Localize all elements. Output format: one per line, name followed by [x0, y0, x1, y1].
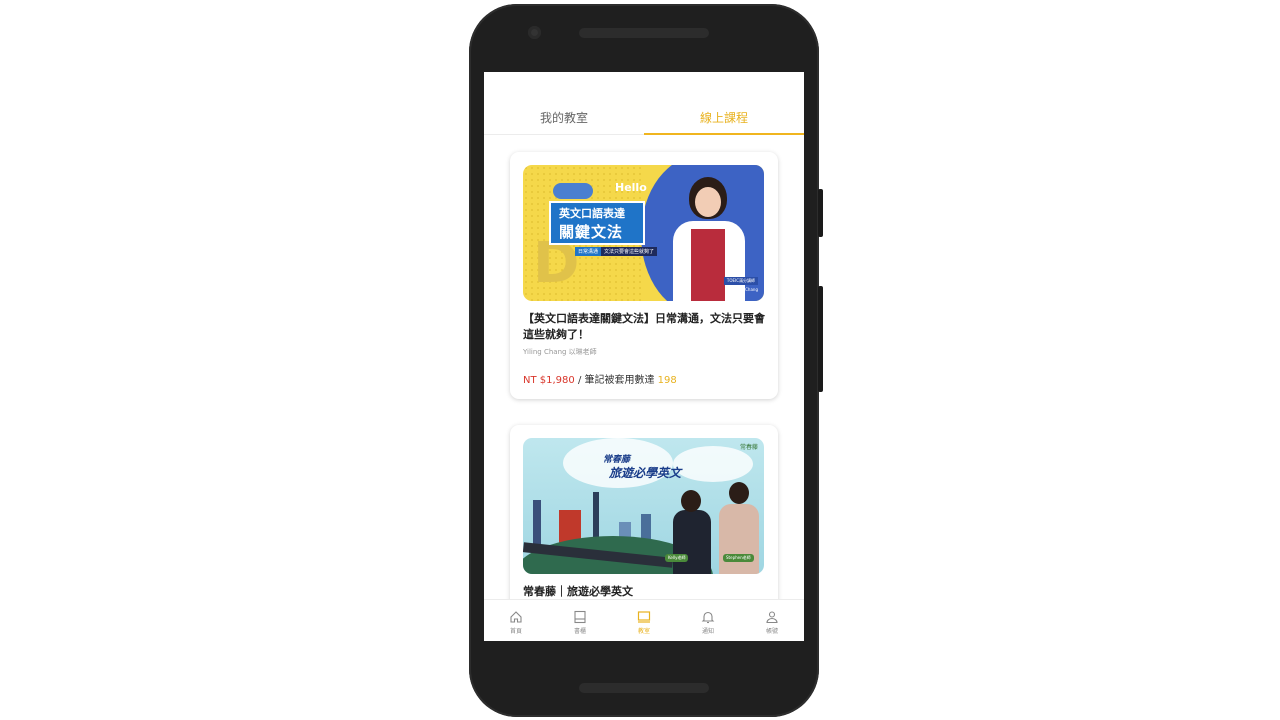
- course-price: NT $1,980: [523, 375, 575, 386]
- course-title[interactable]: 【英文口語表達關鍵文法】日常溝通，文法只要會這些就夠了！: [523, 311, 765, 343]
- course-card[interactable]: D Hello 英文口語表達 關鍵文法 日常溝通 文法只要會這些就夠了 TOEI…: [510, 152, 778, 399]
- nav-label: 書櫃: [573, 628, 586, 635]
- tab-my-classroom[interactable]: 我的教室: [484, 100, 644, 134]
- bell-icon: [701, 611, 715, 624]
- note-count-label: / 筆記被套用數達: [574, 375, 658, 386]
- speaker-grille: [579, 28, 709, 38]
- front-camera: [528, 26, 541, 39]
- thumb-headline-1: 英文口語表達: [559, 207, 625, 220]
- bookshelf-icon: [574, 610, 586, 624]
- teacher-name-tag: Stephen老師: [723, 554, 754, 562]
- thumb-title-2: 旅遊必學英文: [609, 466, 682, 480]
- nav-notifications[interactable]: 通知: [676, 600, 740, 641]
- brand-logo: 常春藤: [739, 444, 758, 451]
- classroom-icon: [637, 611, 651, 623]
- phone-frame: 我的教室 線上課程 D Hello 英文口語表達 關鍵文法 日常溝通 文法只要會…: [469, 4, 823, 717]
- nav-classroom[interactable]: 教室: [612, 600, 676, 641]
- thumb-headline-2: 關鍵文法: [559, 223, 624, 241]
- app-screen: 我的教室 線上課程 D Hello 英文口語表達 關鍵文法 日常溝通 文法只要會…: [484, 72, 804, 641]
- thumb-tag: 文法只要會這些就夠了: [601, 247, 658, 256]
- tab-online-courses[interactable]: 線上課程: [644, 100, 804, 135]
- account-icon: [766, 611, 778, 624]
- bottom-nav: 首頁 書櫃 教室 通知 帳號: [484, 599, 804, 641]
- car-illustration: [553, 183, 593, 199]
- power-button: [818, 189, 823, 237]
- nav-home[interactable]: 首頁: [484, 600, 548, 641]
- nav-label: 通知: [701, 628, 714, 635]
- nav-bookshelf[interactable]: 書櫃: [548, 600, 612, 641]
- home-icon: [510, 611, 522, 623]
- course-thumbnail[interactable]: 常春藤 常春藤 旅遊必學英文 Kelly老師 Stephen老師: [523, 438, 764, 574]
- cloud-decoration: [673, 446, 753, 482]
- teacher-name-tag: Kelly老師: [665, 554, 689, 562]
- teacher-badge: TOEIC滿分講師: [723, 277, 758, 285]
- top-tabs: 我的教室 線上課程: [484, 100, 804, 135]
- thumb-hello: Hello: [615, 181, 647, 194]
- course-feed[interactable]: D Hello 英文口語表達 關鍵文法 日常溝通 文法只要會這些就夠了 TOEI…: [484, 136, 804, 599]
- course-title[interactable]: 常春藤｜旅遊必學英文: [523, 584, 765, 599]
- thumb-tag: 日常溝通: [575, 247, 602, 256]
- teacher-name-badge: Yiling Chang: [733, 287, 758, 292]
- volume-button: [818, 286, 823, 392]
- course-card[interactable]: 常春藤 常春藤 旅遊必學英文 Kelly老師 Stephen老師 常春藤｜旅遊必…: [510, 425, 778, 599]
- note-count: 198: [657, 375, 677, 386]
- nav-label: 首頁: [509, 628, 522, 635]
- course-teacher: Yiling Chang 以琳老師: [523, 348, 597, 356]
- nav-account[interactable]: 帳號: [740, 600, 804, 641]
- course-thumbnail[interactable]: D Hello 英文口語表達 關鍵文法 日常溝通 文法只要會這些就夠了 TOEI…: [523, 165, 764, 301]
- bottom-speaker: [579, 683, 709, 693]
- course-meta: NT $1,980 / 筆記被套用數達 198: [523, 371, 765, 386]
- nav-label: 教室: [637, 628, 650, 635]
- nav-label: 帳號: [765, 628, 778, 635]
